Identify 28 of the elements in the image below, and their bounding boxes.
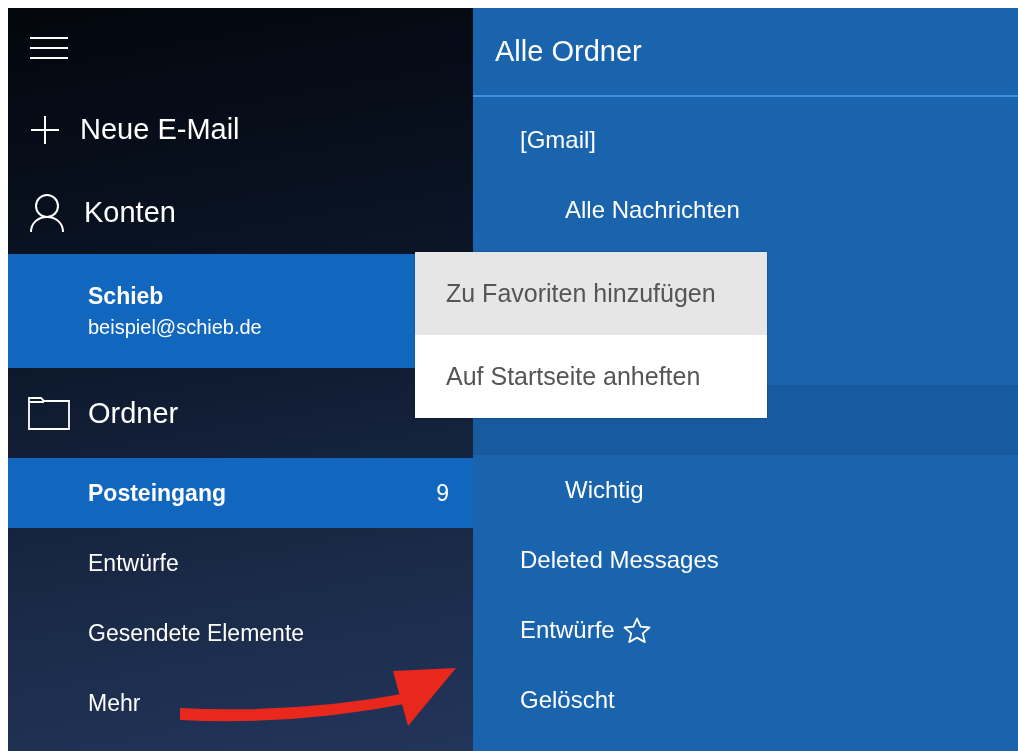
folder-item[interactable]: Mehr <box>8 668 473 738</box>
folder-icon <box>28 396 70 430</box>
unread-count: 9 <box>436 479 449 507</box>
folder-label: Gesendete Elemente <box>88 619 305 647</box>
menu-icon[interactable] <box>30 37 68 59</box>
folder-item[interactable]: Posteingang 9 <box>8 458 473 528</box>
folder-item[interactable]: Deleted Messages <box>473 525 1018 595</box>
folder-item[interactable]: Entwürfe <box>473 595 1018 665</box>
folder-item[interactable]: Wichtig <box>473 455 1018 525</box>
folder-item[interactable]: Alle Nachrichten <box>473 175 1018 245</box>
folder-label: Mehr <box>88 689 141 717</box>
plus-icon <box>30 114 60 145</box>
nav-button[interactable]: Konten <box>8 171 473 254</box>
folder-item[interactable]: Gesendete Elemente <box>8 598 473 668</box>
account-email: beispiel@schieb.de <box>88 316 262 339</box>
nav-button[interactable]: Neue E-Mail <box>8 88 473 171</box>
folder-item[interactable]: Gelöscht <box>473 665 1018 735</box>
menu-item[interactable]: Auf Startseite anheften <box>415 335 767 418</box>
pane-title: Alle Ordner <box>473 8 1018 97</box>
folder-label: Entwürfe <box>88 549 179 577</box>
folder-item[interactable]: [Gmail] <box>473 105 1018 175</box>
folder-label: Posteingang <box>88 479 226 507</box>
account-name: Schieb <box>88 283 164 310</box>
folder-item[interactable]: Entwürfe <box>8 528 473 598</box>
star-icon <box>622 616 651 644</box>
section-title: Ordner <box>88 396 179 430</box>
menu-item[interactable]: Zu Favoriten hinzufügen <box>415 252 767 335</box>
person-icon <box>30 192 64 233</box>
